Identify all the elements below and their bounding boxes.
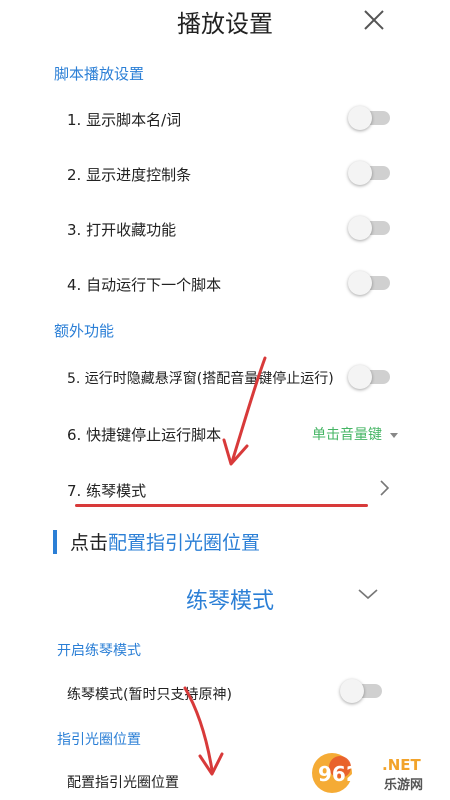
row-label-show-progress: 2. 显示进度控制条 [67,166,192,184]
row-label-favorites: 3. 打开收藏功能 [67,221,177,239]
annotation-underline [75,504,368,507]
row-label-auto-next: 4. 自动运行下一个脚本 [67,276,222,294]
row-label-shortcut-stop: 6. 快捷键停止运行脚本 [67,426,222,444]
annotation-arrowhead-upper [222,438,249,466]
section-heading-guide-ring: 指引光圈位置 [57,732,141,748]
site-watermark-logo: 962 .NET 乐游网 [310,750,448,796]
shortcut-dropdown-value: 单击音量键 [312,427,382,443]
watermark-brand: 962 [318,762,360,786]
callout-text: 点击配置指引光圈位置 [70,528,260,555]
shortcut-dropdown[interactable]: 单击音量键 [312,424,398,444]
caret-down-icon [390,432,398,438]
row-label-hide-float: 5. 运行时隐藏悬浮窗(搭配音量键停止运行) [67,371,334,387]
section-heading-enable-practice: 开启练琴模式 [57,643,141,659]
section-heading-script: 脚本播放设置 [54,65,145,83]
chevron-down-icon[interactable] [357,586,379,602]
annotation-arrowhead-lower [198,752,224,776]
configure-guide-link[interactable]: 配置指引光圈位置 [108,532,260,554]
close-icon[interactable] [360,6,388,34]
practice-panel-title: 练琴模式 [185,589,274,614]
watermark-site: 乐游网 [384,777,423,793]
row-label-practice-toggle: 练琴模式(暂时只支持原神) [67,687,232,703]
callout-accent-bar [53,530,57,554]
toggle-practice-mode[interactable] [340,679,386,703]
row-label-configure-guide[interactable]: 配置指引光圈位置 [67,772,179,792]
toggle-hide-float[interactable] [348,365,394,389]
toggle-auto-next[interactable] [348,271,394,295]
callout-prefix: 点击 [70,532,109,554]
row-label-show-script-name: 1. 显示脚本名/词 [67,111,182,129]
row-label-practice-mode[interactable]: 7. 练琴模式 [67,480,146,501]
toggle-favorites[interactable] [348,216,394,240]
toggle-show-script-name[interactable] [348,106,394,130]
toggle-show-progress[interactable] [348,161,394,185]
watermark-suffix: .NET [382,756,421,774]
section-heading-extra: 额外功能 [54,322,115,340]
chevron-right-icon[interactable] [377,479,393,497]
